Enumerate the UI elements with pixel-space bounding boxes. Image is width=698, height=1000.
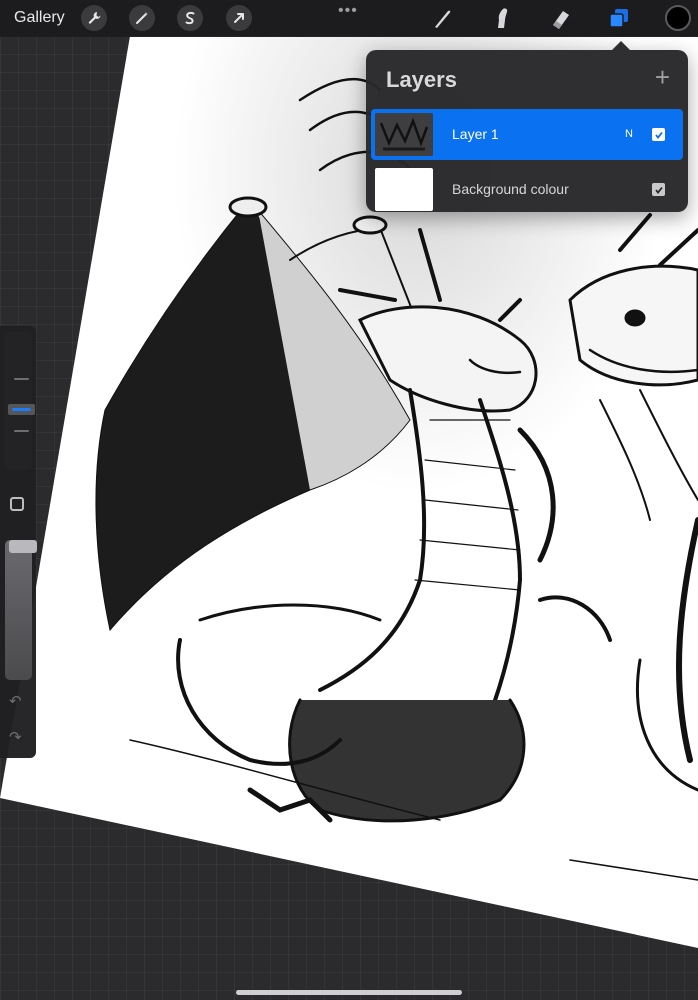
modify-button-square-icon[interactable] [10, 497, 24, 511]
layers-panel: Layers + Layer 1 N Background colour [366, 41, 688, 215]
add-layer-button[interactable]: + [655, 64, 670, 90]
brush-size-handle[interactable] [8, 404, 35, 415]
layer-row-layer-1[interactable]: Layer 1 N [371, 109, 683, 160]
layer-visibility-checkbox[interactable] [652, 128, 665, 141]
blend-mode-button[interactable]: N [625, 128, 633, 140]
layer-name: Background colour [452, 181, 569, 197]
layer-visibility-checkbox[interactable] [652, 183, 665, 196]
more-options-icon[interactable]: ••• [338, 2, 358, 20]
color-picker-button[interactable] [665, 5, 691, 31]
brush-size-slider[interactable] [5, 332, 35, 470]
slider-tick [14, 430, 29, 432]
brush-opacity-slider[interactable] [5, 540, 37, 680]
layers-icon[interactable] [606, 5, 632, 31]
top-toolbar: Gallery ••• [0, 0, 698, 37]
selection-s-icon[interactable] [177, 5, 203, 31]
paintbrush-icon[interactable] [430, 5, 456, 31]
redo-arrow-icon[interactable]: ↷ [9, 728, 22, 746]
brush-opacity-handle[interactable] [9, 540, 37, 553]
layer-thumbnail [375, 113, 433, 156]
eraser-icon[interactable] [547, 5, 573, 31]
slider-tick [14, 378, 29, 380]
layer-thumbnail [375, 168, 433, 211]
left-sidebar: ↶ ↷ [0, 326, 37, 758]
undo-arrow-icon[interactable]: ↶ [9, 692, 22, 710]
layers-panel-title: Layers [386, 67, 457, 92]
layer-name: Layer 1 [452, 126, 499, 142]
wrench-icon[interactable] [81, 5, 107, 31]
home-indicator[interactable] [236, 990, 462, 995]
gallery-button[interactable]: Gallery [14, 9, 65, 27]
magic-wand-icon[interactable] [129, 5, 155, 31]
smudge-icon[interactable] [489, 5, 515, 31]
procreate-app: Gallery ••• Layers + Layer 1 N Backgroun… [0, 0, 698, 1000]
layer-row-background-colour[interactable]: Background colour [371, 164, 683, 215]
arrow-cursor-icon[interactable] [226, 5, 252, 31]
